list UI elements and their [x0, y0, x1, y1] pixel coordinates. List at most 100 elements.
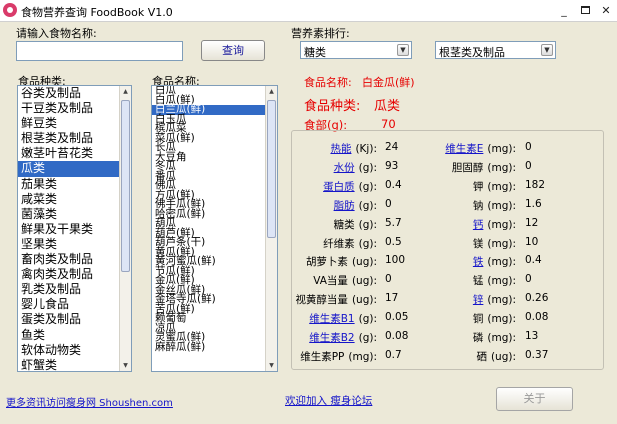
- food-list-item[interactable]: 麻醉瓜(鲜): [152, 342, 277, 353]
- scroll-down-icon[interactable]: ▼: [266, 360, 277, 371]
- food-name-value: 白金瓜(鲜): [362, 76, 415, 89]
- nutrient-value: 93: [385, 159, 399, 172]
- category-list-item[interactable]: 鱼类: [18, 328, 131, 343]
- category-list-item[interactable]: 软体动物类: [18, 343, 131, 358]
- nutrient-name: 钾: [472, 180, 484, 193]
- nutrient-label[interactable]: 铁 (mg):: [473, 254, 516, 269]
- category-list-item[interactable]: 禽肉类及制品: [18, 267, 131, 282]
- category-scrollbar[interactable]: ▲ ▼: [119, 86, 131, 371]
- nutrient-value: 0.05: [385, 311, 409, 324]
- category-list-item[interactable]: 干豆类及制品: [18, 101, 131, 116]
- nutrient-name[interactable]: 蛋白质: [323, 181, 355, 193]
- food-category-value: 瓜类: [374, 99, 401, 114]
- nutrient-name[interactable]: 铁: [473, 256, 484, 268]
- nutrient-value: 0.5: [385, 235, 402, 248]
- nutrient-label[interactable]: 水份 (g):: [334, 160, 377, 175]
- category-list-item[interactable]: 鲜豆类: [18, 116, 131, 131]
- nutrient-label[interactable]: 维生素E (mg):: [445, 141, 516, 156]
- ranking-category-select[interactable]: 根茎类及制品 ▼: [435, 41, 556, 59]
- nutrient-name[interactable]: 钙: [473, 219, 484, 231]
- chevron-down-icon[interactable]: ▼: [397, 44, 409, 56]
- category-list-item[interactable]: 坚果类: [18, 237, 131, 252]
- nutrient-label: 硒 (ug):: [476, 349, 516, 364]
- category-list-item[interactable]: 根茎类及制品: [18, 131, 131, 146]
- edible-portion-value: 70: [381, 117, 396, 131]
- nutrient-name[interactable]: 维生素B1: [309, 313, 354, 325]
- nutrient-label[interactable]: 热能 (Kj):: [330, 141, 377, 156]
- nutrient-unit: (g):: [358, 199, 377, 212]
- category-list-item[interactable]: 茄果类: [18, 177, 131, 192]
- nutrient-value: 0.37: [525, 348, 549, 361]
- maximize-button[interactable]: [577, 3, 593, 18]
- category-list-item[interactable]: 嫩茎叶苔花类: [18, 146, 131, 161]
- nutrient-name: 铜: [472, 313, 484, 326]
- nutrient-unit: (mg):: [487, 218, 516, 231]
- scroll-down-icon[interactable]: ▼: [120, 360, 131, 371]
- scroll-up-icon[interactable]: ▲: [120, 86, 131, 97]
- food-name-label: 食品名称:: [304, 76, 352, 89]
- chevron-down-icon[interactable]: ▼: [541, 44, 553, 56]
- nutrient-label[interactable]: 维生素B2 (g):: [309, 330, 377, 345]
- nutrient-unit: (mg):: [487, 180, 516, 193]
- nutrient-value: 0.26: [525, 292, 549, 305]
- scroll-up-icon[interactable]: ▲: [266, 86, 277, 97]
- nutrient-name[interactable]: 水份: [334, 162, 355, 174]
- window-title: 食物营养查询 FoodBook V1.0: [21, 6, 173, 19]
- app-icon: [3, 3, 17, 17]
- category-list-item[interactable]: 乳类及制品: [18, 282, 131, 297]
- nutrient-name: 硒: [476, 350, 487, 363]
- nutrient-label[interactable]: 脂肪 (g):: [334, 198, 377, 213]
- category-list[interactable]: 谷类及制品 干豆类及制品 鲜豆类 根茎类及制品 嫩茎叶苔花类 瓜类 茄果类 咸菜类 菌藻类 鲜果及…: [17, 85, 132, 372]
- close-button[interactable]: ✕: [598, 3, 614, 18]
- category-list-item[interactable]: 咸菜类: [18, 192, 131, 207]
- about-button[interactable]: 关于: [496, 387, 573, 411]
- category-list-item[interactable]: 婴儿食品: [18, 297, 131, 312]
- query-button[interactable]: 查询: [201, 40, 265, 61]
- nutrient-name: 磷: [472, 332, 484, 344]
- scroll-thumb[interactable]: [121, 100, 130, 272]
- nutrient-label: 锰 (mg):: [473, 273, 516, 288]
- nutrient-value: 13: [525, 330, 539, 342]
- nutrient-name: 镁: [472, 237, 484, 250]
- website-link[interactable]: 更多资讯访问瘦身网 Shoushen.com: [6, 394, 173, 409]
- nutrient-name[interactable]: 维生素E: [445, 143, 483, 155]
- category-list-item[interactable]: 虾蟹类: [18, 358, 131, 371]
- food-list[interactable]: 白瓜 白瓜(鲜) 白兰瓜(鲜) 白玉瓜 槟瓜菜 菜瓜(鲜) 长瓜 大豆角 冬瓜 番瓜 佛瓜 方瓜(鲜)…: [151, 85, 278, 372]
- scroll-thumb[interactable]: [267, 100, 276, 238]
- nutrient-label[interactable]: 蛋白质 (g):: [323, 179, 377, 194]
- nutrient-value: 182: [525, 178, 546, 191]
- nutrient-unit: (g):: [358, 332, 377, 344]
- nutrient-label: 铜 (mg):: [473, 311, 516, 326]
- nutrient-value: 0: [385, 197, 392, 210]
- nutrient-name[interactable]: 锌: [473, 294, 484, 306]
- nutrient-name: 钠: [472, 199, 484, 212]
- food-scrollbar[interactable]: ▲ ▼: [265, 86, 277, 371]
- nutrient-unit: (mg):: [487, 313, 516, 326]
- nutrient-value: 12: [525, 216, 539, 229]
- category-list-item[interactable]: 瓜类: [18, 161, 131, 177]
- category-list-item[interactable]: 鲜果及干果类: [18, 222, 131, 237]
- category-list-item[interactable]: 蛋类及制品: [18, 312, 131, 327]
- minimize-button[interactable]: _: [556, 3, 572, 18]
- nutrient-name: 视黄醇当量: [295, 294, 348, 307]
- nutrient-name[interactable]: 脂肪: [334, 200, 355, 212]
- nutrient-label: 钠 (mg):: [473, 198, 516, 213]
- nutrient-unit: (g):: [358, 313, 377, 326]
- nutrient-label[interactable]: 钙 (mg):: [473, 217, 516, 232]
- category-list-item[interactable]: 畜肉类及制品: [18, 252, 131, 267]
- nutrient-unit: (ug):: [351, 294, 377, 307]
- category-list-item[interactable]: 谷类及制品: [18, 86, 131, 101]
- nutrient-name[interactable]: 热能: [330, 143, 351, 155]
- forum-link[interactable]: 欢迎加入 瘦身论坛: [285, 393, 372, 408]
- nutrient-name: 糖类: [333, 218, 355, 231]
- category-list-item[interactable]: 菌藻类: [18, 207, 131, 222]
- nutrient-name: 锰: [472, 275, 484, 288]
- nutrient-label[interactable]: 维生素B1 (g):: [309, 311, 377, 326]
- nutrient-name[interactable]: 维生素B2: [309, 332, 354, 344]
- nutrient-value: 0.08: [385, 330, 409, 342]
- nutrient-label[interactable]: 锌 (mg):: [473, 292, 516, 307]
- nutrient-name: VA当量: [313, 275, 348, 288]
- nutrient-select[interactable]: 糖类 ▼: [300, 41, 412, 59]
- search-input[interactable]: [16, 41, 183, 61]
- search-label: 请输入食物名称:: [16, 27, 97, 40]
